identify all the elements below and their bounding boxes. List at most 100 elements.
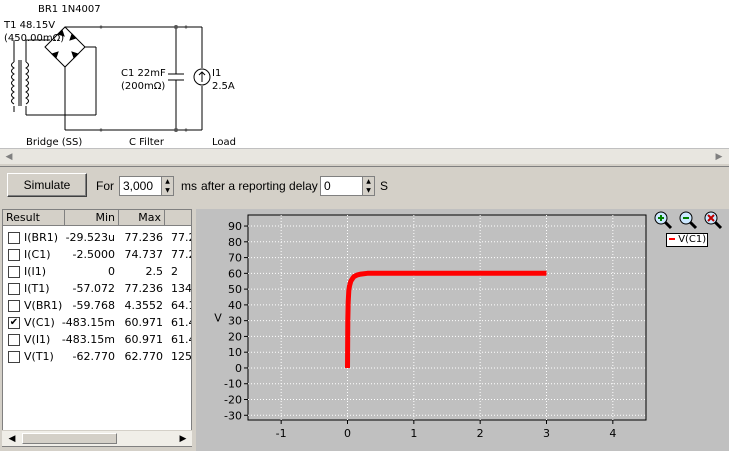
- delay-spinner[interactable]: ▲ ▼: [362, 176, 375, 196]
- zoom-out-icon[interactable]: [677, 209, 699, 231]
- result-name: V(C1): [24, 316, 55, 329]
- bridge-label: BR1 1N4007: [38, 4, 101, 15]
- load-value: 2.5A: [212, 81, 235, 92]
- simulate-button[interactable]: Simulate: [7, 173, 87, 197]
- result-checkbox[interactable]: ✔: [8, 317, 20, 329]
- duration-input[interactable]: 3,000: [119, 176, 161, 196]
- result-d: 61.4: [171, 333, 191, 346]
- simulation-controls: Simulate For 3,000 ▲ ▼ ms after a report…: [0, 166, 729, 206]
- scroll-right-icon[interactable]: ▶: [176, 432, 190, 446]
- zoom-reset-icon[interactable]: [702, 209, 724, 231]
- results-table: Result Min Max D I(BR1) -29.523u 77.236 77.…: [2, 209, 192, 447]
- x-tick-label: 4: [609, 427, 616, 440]
- result-d: 64.1: [171, 299, 191, 312]
- delay-label: after a reporting delay of: [201, 179, 332, 193]
- legend-swatch: [669, 238, 675, 240]
- schematic-horizontal-scrollbar[interactable]: ◀ ▶: [0, 148, 729, 164]
- result-max: 74.737: [124, 248, 164, 261]
- result-name: I(BR1): [24, 231, 59, 244]
- table-row[interactable]: I(I1) 0 2.5 2: [3, 263, 191, 280]
- legend-entry: V(C1): [678, 234, 707, 245]
- y-tick-label: 40: [228, 299, 242, 312]
- x-tick-label: 3: [543, 427, 550, 440]
- capacitor-resistance: (200mΩ): [121, 81, 166, 92]
- table-row[interactable]: I(BR1) -29.523u 77.236 77.2: [3, 229, 191, 246]
- transformer-label: T1 48.15V: [4, 20, 56, 31]
- scroll-thumb[interactable]: [22, 433, 117, 444]
- col-max[interactable]: Max: [119, 210, 165, 226]
- result-max: 4.3552: [124, 299, 164, 312]
- transformer-resistance: (450.00mΩ): [4, 33, 65, 44]
- y-tick-label: -20: [224, 394, 242, 407]
- result-name: I(C1): [24, 248, 51, 261]
- result-checkbox[interactable]: [8, 283, 20, 295]
- table-row[interactable]: V(T1) -62.770 62.770 125.: [3, 348, 191, 365]
- app-window: BR1 1N4007 T1 48.15V (450.00mΩ) C1 22mF …: [0, 0, 729, 451]
- capacitor-symbol: [168, 26, 202, 131]
- y-tick-label: 80: [228, 236, 242, 249]
- result-checkbox[interactable]: [8, 334, 20, 346]
- y-tick-label: 0: [235, 362, 242, 375]
- spin-down-icon[interactable]: ▼: [363, 186, 374, 195]
- transformer-symbol: [11, 39, 96, 116]
- spin-up-icon[interactable]: ▲: [162, 177, 173, 186]
- result-d: 2: [171, 265, 178, 278]
- results-horizontal-scrollbar[interactable]: ◀ ▶: [2, 430, 192, 446]
- result-checkbox[interactable]: [8, 300, 20, 312]
- col-result[interactable]: Result: [3, 210, 65, 226]
- result-checkbox[interactable]: [8, 266, 20, 278]
- y-axis-label: V: [214, 312, 222, 325]
- result-min: -62.770: [72, 350, 115, 363]
- schematic-canvas[interactable]: BR1 1N4007 T1 48.15V (450.00mΩ) C1 22mF …: [0, 0, 729, 148]
- y-tick-label: 90: [228, 220, 242, 233]
- result-max: 77.236: [124, 231, 164, 244]
- current-source-symbol: [193, 27, 211, 130]
- result-max: 2.5: [145, 265, 164, 278]
- delay-unit: S: [380, 179, 389, 193]
- table-row[interactable]: V(I1) -483.15m 60.971 61.4: [3, 331, 191, 348]
- table-row[interactable]: V(BR1) -59.768 4.3552 64.1: [3, 297, 191, 314]
- table-row[interactable]: I(C1) -2.5000 74.737 77.2: [3, 246, 191, 263]
- x-tick-label: 2: [477, 427, 484, 440]
- voltage-chart[interactable]: 9080706050403020100-10-20-30-1 0 1 2 3 4V: [196, 209, 729, 451]
- x-tick-label: 1: [410, 427, 417, 440]
- table-row[interactable]: I(T1) -57.072 77.236 134.: [3, 280, 191, 297]
- result-name: I(T1): [24, 282, 50, 295]
- result-checkbox[interactable]: [8, 232, 20, 244]
- result-min: -483.15m: [61, 333, 115, 346]
- capacitor-label: C1 22mF: [121, 68, 166, 79]
- result-name: V(I1): [24, 333, 51, 346]
- y-tick-label: -10: [224, 378, 242, 391]
- schematic-drawing: [11, 25, 211, 132]
- duration-unit: ms: [181, 179, 197, 193]
- y-tick-label: 60: [228, 267, 242, 280]
- for-label: For: [96, 179, 114, 193]
- x-tick-label: 0: [344, 427, 351, 440]
- scroll-left-icon[interactable]: ◀: [2, 150, 16, 164]
- y-tick-label: 70: [228, 252, 242, 265]
- y-tick-label: 50: [228, 283, 242, 296]
- result-checkbox[interactable]: [8, 249, 20, 261]
- col-min[interactable]: Min: [65, 210, 119, 226]
- col-d[interactable]: D: [165, 210, 191, 226]
- y-tick-label: 20: [228, 330, 242, 343]
- scroll-left-icon[interactable]: ◀: [5, 432, 19, 446]
- result-max: 77.236: [124, 282, 164, 295]
- result-min: -29.523u: [65, 231, 115, 244]
- y-tick-label: 10: [228, 346, 242, 359]
- scroll-right-icon[interactable]: ▶: [712, 150, 726, 164]
- duration-spinner[interactable]: ▲ ▼: [161, 176, 174, 196]
- spin-up-icon[interactable]: ▲: [363, 177, 374, 186]
- y-tick-label: -30: [224, 409, 242, 422]
- table-row[interactable]: ✔ V(C1) -483.15m 60.971 61.4: [3, 314, 191, 331]
- result-checkbox[interactable]: [8, 351, 20, 363]
- load-label: I1: [212, 68, 222, 79]
- y-tick-label: 30: [228, 315, 242, 328]
- zoom-in-icon[interactable]: [652, 209, 674, 231]
- x-tick-label: -1: [276, 427, 287, 440]
- plot-panel: 90 80 70 60 50 40 30 20 10 0 -10 -20 -30 -1 0 1 2 3 4 V: [196, 209, 729, 451]
- delay-input[interactable]: 0: [320, 176, 362, 196]
- spin-down-icon[interactable]: ▼: [162, 186, 173, 195]
- results-header: Result Min Max D: [3, 210, 191, 226]
- result-min: -483.15m: [61, 316, 115, 329]
